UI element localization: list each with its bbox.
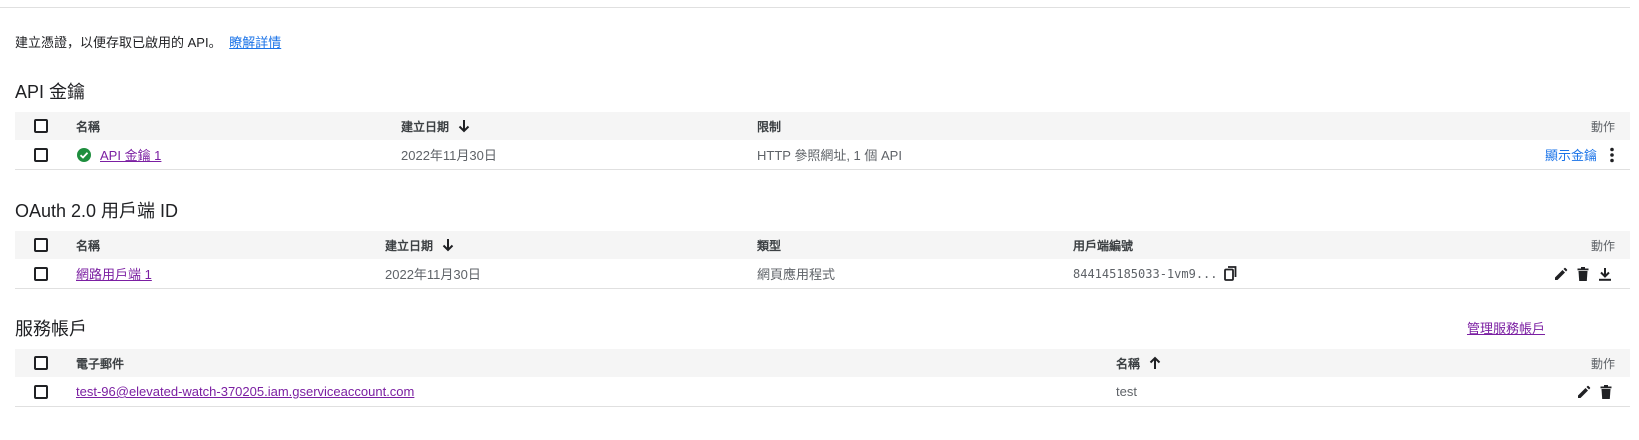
api-keys-table: 名稱 建立日期 限制 動作 API 金鑰 1 2022年11月30日 HTTP …	[15, 112, 1630, 170]
row-checkbox[interactable]	[34, 147, 48, 162]
header-created-date[interactable]: 建立日期	[401, 112, 470, 140]
header-restrictions: 限制	[757, 119, 782, 134]
learn-more-link[interactable]: 瞭解詳情	[229, 35, 281, 50]
edit-icon[interactable]	[1577, 385, 1591, 399]
service-account-name: test	[1116, 384, 1137, 399]
arrow-down-icon	[442, 238, 454, 252]
check-circle-icon	[76, 147, 92, 163]
header-client-id: 用戶端編號	[1073, 238, 1134, 253]
api-keys-title: API 金鑰	[15, 82, 86, 102]
edit-icon[interactable]	[1554, 267, 1568, 281]
copy-icon[interactable]	[1223, 266, 1237, 281]
header-name[interactable]: 名稱	[1116, 349, 1161, 377]
oauth-title: OAuth 2.0 用戶端 ID	[15, 201, 179, 221]
header-created-date[interactable]: 建立日期	[385, 231, 454, 259]
api-key-created-date: 2022年11月30日	[401, 148, 497, 163]
select-all-service-accounts-checkbox[interactable]	[34, 356, 48, 370]
header-actions: 動作	[1590, 119, 1615, 134]
row-checkbox[interactable]	[34, 266, 48, 281]
service-account-email-link[interactable]: test-96@elevated-watch-370205.iam.gservi…	[76, 384, 414, 399]
header-type[interactable]: 類型	[757, 231, 781, 259]
oauth-client-name-link[interactable]: 網路用戶端 1	[76, 264, 152, 283]
client-id-value: 844145185033-1vm9...	[1073, 266, 1218, 281]
row-checkbox[interactable]	[34, 384, 48, 399]
select-all-api-keys-checkbox[interactable]	[34, 119, 48, 133]
header-name-label: 名稱	[1116, 356, 1141, 371]
oauth-table: 名稱 建立日期 類型 用戶端編號 動作 網路用戶端 1 2022年11月30日 …	[15, 231, 1630, 289]
header-email[interactable]: 電子郵件	[76, 349, 124, 377]
oauth-header-row: 名稱 建立日期 類型 用戶端編號 動作	[15, 231, 1630, 259]
oauth-type: 網頁應用程式	[757, 267, 836, 282]
api-key-name-link[interactable]: API 金鑰 1	[100, 145, 161, 164]
manage-service-accounts-link[interactable]: 管理服務帳戶	[1467, 318, 1545, 337]
delete-icon[interactable]	[1577, 266, 1589, 281]
oauth-created-date: 2022年11月30日	[385, 267, 481, 282]
arrow-down-icon	[458, 119, 470, 133]
more-vert-icon[interactable]	[1609, 147, 1615, 163]
header-actions: 動作	[1590, 238, 1615, 253]
api-key-restrictions: HTTP 參照網址, 1 個 API	[757, 148, 902, 163]
service-accounts-title: 服務帳戶	[15, 319, 87, 339]
top-divider	[0, 7, 1630, 8]
service-accounts-header-row: 電子郵件 名稱 動作	[15, 349, 1630, 377]
table-row: 網路用戶端 1 2022年11月30日 網頁應用程式 844145185033-…	[15, 259, 1630, 289]
header-actions: 動作	[1590, 356, 1615, 371]
service-accounts-table: 電子郵件 名稱 動作 test-96@elevated-watch-370205…	[15, 349, 1630, 407]
header-created-label: 建立日期	[401, 119, 450, 134]
header-created-label: 建立日期	[385, 238, 434, 253]
header-name[interactable]: 名稱	[76, 112, 100, 140]
download-icon[interactable]	[1598, 267, 1612, 281]
header-name[interactable]: 名稱	[76, 231, 100, 259]
show-key-link[interactable]: 顯示金鑰	[1545, 145, 1597, 164]
select-all-oauth-checkbox[interactable]	[34, 238, 48, 252]
delete-icon[interactable]	[1600, 384, 1612, 399]
api-keys-header-row: 名稱 建立日期 限制 動作	[15, 112, 1630, 140]
table-row: test-96@elevated-watch-370205.iam.gservi…	[15, 377, 1630, 407]
table-row: API 金鑰 1 2022年11月30日 HTTP 參照網址, 1 個 API …	[15, 140, 1630, 170]
intro-text: 建立憑證，以便存取已啟用的 API。 瞭解詳情	[15, 32, 281, 51]
intro-description: 建立憑證，以便存取已啟用的 API。	[15, 35, 222, 50]
arrow-up-icon	[1149, 356, 1161, 370]
